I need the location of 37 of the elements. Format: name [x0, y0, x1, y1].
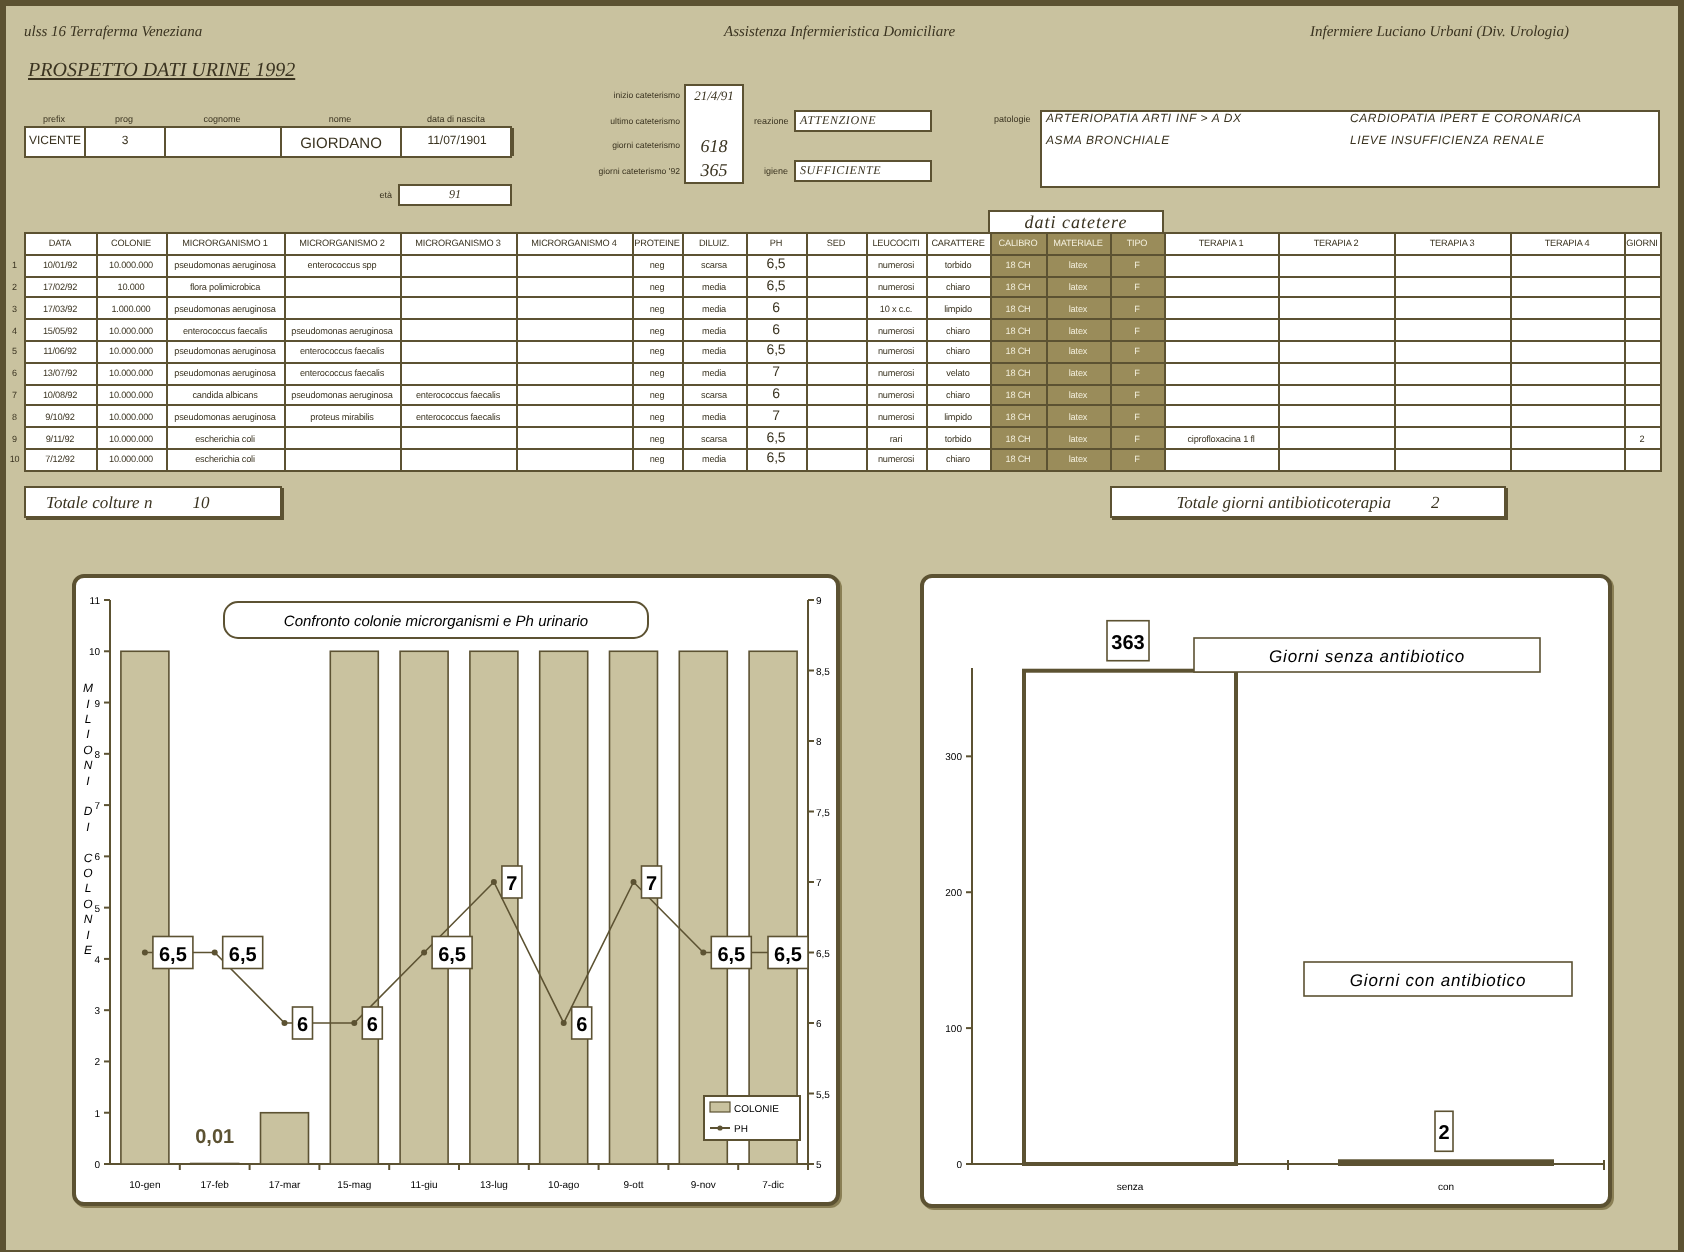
total-label: Totale giorni antibioticoterapia [1176, 491, 1392, 512]
data-label: 7 [501, 864, 523, 899]
point [560, 1019, 567, 1026]
point [490, 878, 497, 885]
annotation: Giorni senza antibiotico [1193, 636, 1541, 673]
total-value: 2 [1431, 491, 1440, 512]
point [351, 1019, 358, 1026]
data-label: 6,5 [710, 935, 753, 969]
group-header: dati catetere [988, 210, 1164, 232]
total-label: Totale colture n [46, 491, 153, 512]
page-title: PROSPETTO DATI URINE 1992 [28, 60, 296, 82]
legend-line-icon [709, 1124, 731, 1131]
point [700, 949, 707, 956]
total-value: 10 [192, 491, 210, 512]
legend-box [703, 1094, 801, 1141]
data-label: 6 [570, 1005, 593, 1040]
data-label: 6 [361, 1005, 384, 1040]
data-label: 6,5 [431, 935, 473, 969]
point [630, 878, 637, 885]
data-label: 6 [291, 1005, 314, 1040]
point [211, 949, 218, 956]
catheterization-value: 365 [698, 158, 730, 182]
data-label: 0,01 [195, 1127, 235, 1149]
catheterization-value: 618 [698, 134, 730, 158]
annotation: Giorni con antibiotico [1349, 969, 1527, 990]
data-label: 7 [640, 864, 663, 899]
data-label: 2 [1434, 1110, 1454, 1152]
data-label: 6,5 [767, 935, 809, 969]
data-label: 363 [1106, 619, 1150, 662]
legend-swatch [709, 1100, 731, 1113]
point [421, 949, 428, 956]
point [141, 949, 148, 956]
bar [259, 1111, 310, 1165]
point [281, 1019, 288, 1026]
annotation: Giorni con antibiotico [1303, 960, 1573, 997]
data-label: 6,5 [221, 935, 264, 969]
data-label: 6,5 [152, 935, 194, 969]
